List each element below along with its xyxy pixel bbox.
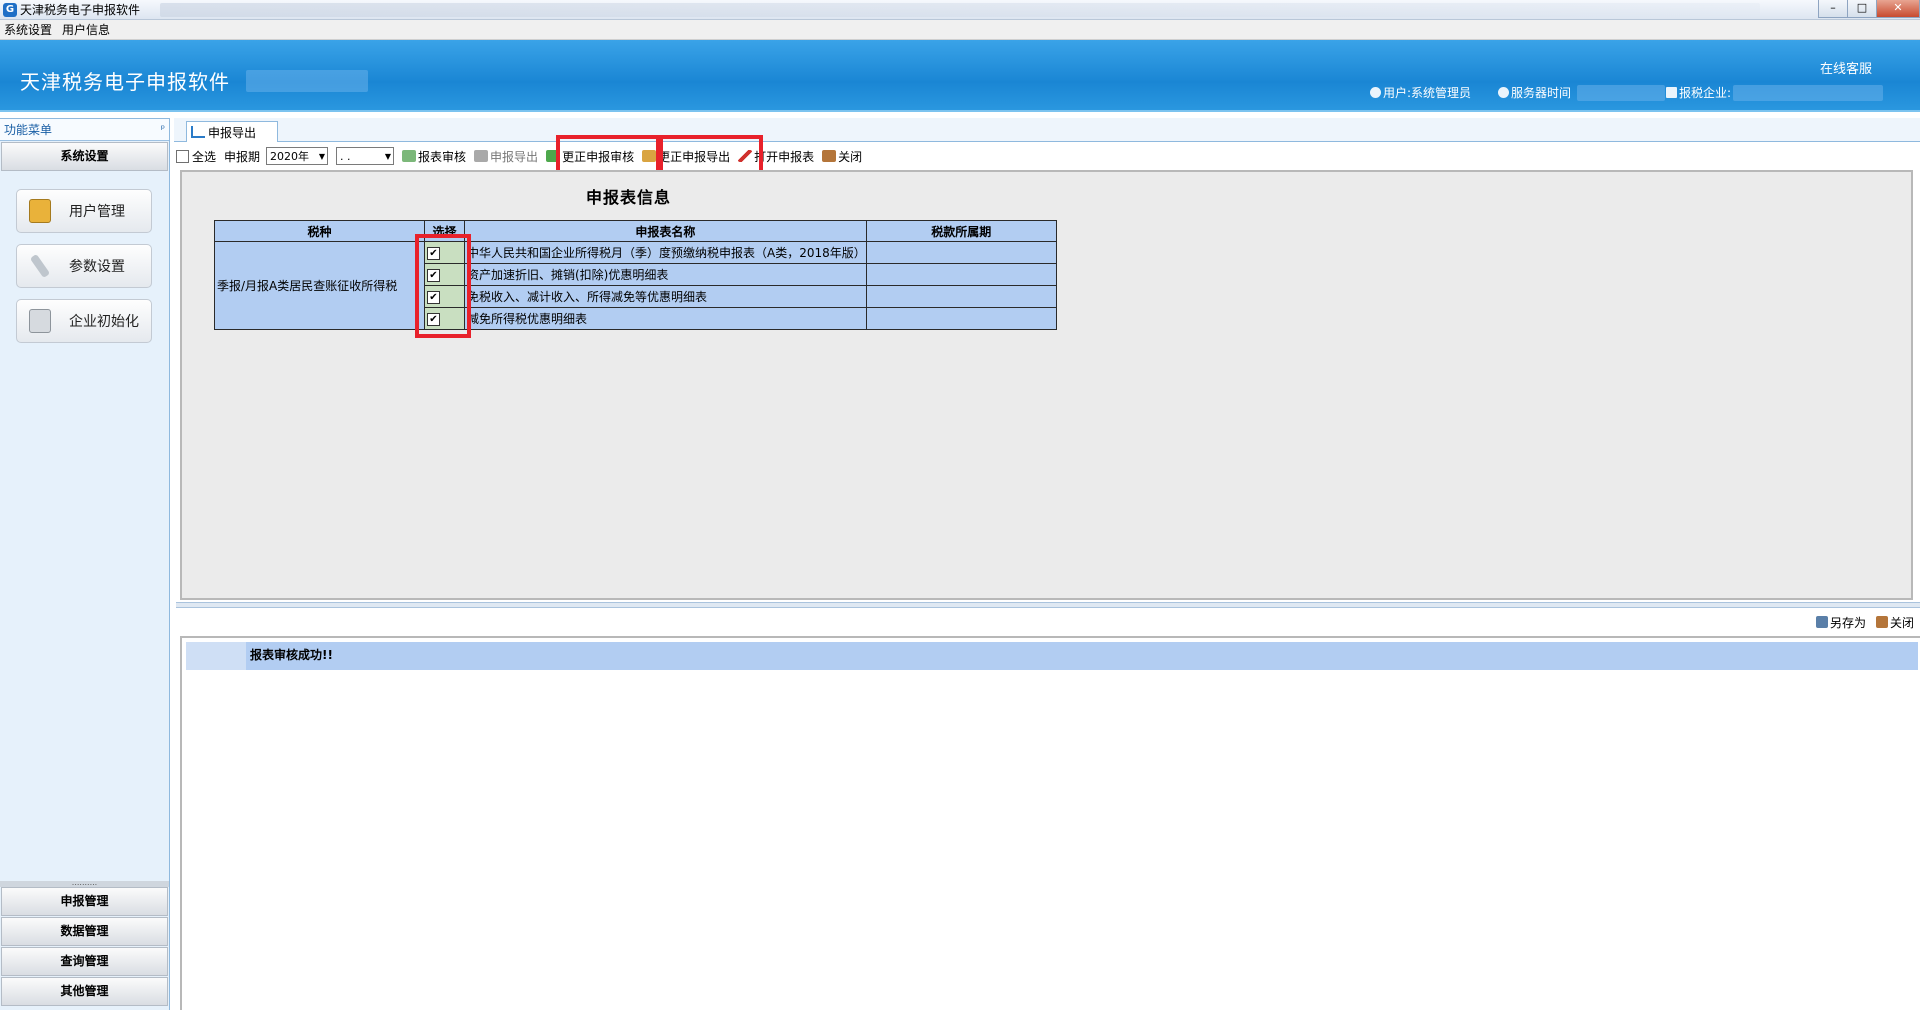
maximize-button[interactable]: □ xyxy=(1847,0,1877,18)
window-title: 天津税务电子申报软件 xyxy=(20,3,141,17)
tax-company: 报税企业: xyxy=(1666,84,1884,101)
server-time: 服务器时间 xyxy=(1498,84,1666,101)
select-all-checkbox[interactable]: 全选 xyxy=(176,148,216,165)
contact-book-icon xyxy=(29,199,51,223)
server-time-label: 服务器时间 xyxy=(1511,86,1572,100)
tax-period-cell xyxy=(865,285,1057,308)
company-init-button[interactable]: 企业初始化 xyxy=(16,299,152,343)
menu-system-settings[interactable]: 系统设置 xyxy=(0,21,58,38)
tax-period-cell xyxy=(865,241,1057,264)
redacted-area xyxy=(1733,84,1884,101)
column-report-name: 申报表名称 xyxy=(464,220,867,242)
clock-icon xyxy=(1498,87,1509,98)
app-header: 天津税务电子申报软件 在线客服 用户:系统管理员 服务器时间 报税企业: xyxy=(0,40,1920,112)
toolbar: 全选 申报期 2020年 ▼ . . ▼ 报表审核 申报导出 更正申报审核 更正申报… xyxy=(176,144,1916,168)
report-info-title: 申报表信息 xyxy=(586,188,672,207)
app-logo-icon: G xyxy=(3,2,17,17)
menu-bar: 系统设置 用户信息 xyxy=(0,20,1920,40)
user-management-button[interactable]: 用户管理 xyxy=(16,189,152,233)
parameter-settings-button[interactable]: 参数设置 xyxy=(16,244,152,288)
log-toolbar: 另存为 关闭 xyxy=(176,610,1920,634)
tax-company-label: 报税企业: xyxy=(1679,86,1732,100)
user-icon xyxy=(1370,87,1381,98)
export-icon xyxy=(474,150,489,162)
wrench-icon xyxy=(29,253,51,279)
window-title-bar: G 天津税务电子申报软件 – □ ✕ xyxy=(0,0,1920,20)
user-info: 用户:系统管理员 xyxy=(1370,84,1471,101)
tab-strip: 申报导出 xyxy=(174,118,1920,142)
blurred-taskbar xyxy=(160,3,1760,17)
report-name-cell: 免税收入、减计收入、所得减免等优惠明细表 xyxy=(464,285,867,308)
period-label: 申报期 xyxy=(224,149,261,164)
report-export-button[interactable]: 申报导出 xyxy=(474,148,538,165)
function-menu-header: 功能菜单 ᵖ xyxy=(0,119,169,141)
redacted-area xyxy=(1577,84,1666,101)
report-name-cell: 中华人民共和国企业所得税月（季）度预缴纳税申报表（A类，2018年版） xyxy=(464,241,867,264)
close-window-button[interactable]: ✕ xyxy=(1876,0,1920,18)
section-other-management[interactable]: 其他管理 xyxy=(1,977,168,1006)
clipboard-icon xyxy=(29,309,51,333)
pin-icon[interactable]: ᵖ xyxy=(161,124,165,135)
report-name-cell: 减免所得税优惠明细表 xyxy=(464,307,867,330)
tab-declaration-export[interactable]: 申报导出 xyxy=(186,121,278,142)
year-select[interactable]: 2020年 ▼ xyxy=(266,147,329,165)
month-select[interactable]: . . ▼ xyxy=(336,147,395,165)
save-as-button[interactable]: 另存为 xyxy=(1815,614,1866,631)
tax-period-cell xyxy=(865,307,1057,330)
log-close-button[interactable]: 关闭 xyxy=(1875,614,1914,631)
floppy-disk-icon xyxy=(1815,616,1828,628)
log-panel: 报表审核成功!! xyxy=(180,636,1920,1010)
tax-period-cell xyxy=(865,263,1057,286)
column-tax-period: 税款所属期 xyxy=(865,220,1057,242)
highlight-box xyxy=(415,234,471,338)
section-declaration-management[interactable]: 申报管理 xyxy=(1,887,168,916)
tax-type-cell: 季报/月报A类居民查账征收所得税 xyxy=(214,241,425,330)
pane-splitter[interactable] xyxy=(176,602,1920,608)
user-label: 用户:系统管理员 xyxy=(1383,86,1472,100)
section-query-management[interactable]: 查询管理 xyxy=(1,947,168,976)
window-controls: – □ ✕ xyxy=(1818,0,1920,18)
dropdown-arrow-icon: ▼ xyxy=(384,151,392,161)
close-button[interactable]: 关闭 xyxy=(822,148,862,165)
log-row: 报表审核成功!! xyxy=(186,642,1918,670)
report-name-cell: 资产加速折旧、摊销(扣除)优惠明细表 xyxy=(464,263,867,286)
section-data-management[interactable]: 数据管理 xyxy=(1,917,168,946)
edit-icon xyxy=(191,126,205,138)
door-icon xyxy=(1875,616,1888,628)
company-icon xyxy=(1666,87,1677,98)
log-message: 报表审核成功!! xyxy=(250,648,333,662)
dropdown-arrow-icon: ▼ xyxy=(318,151,326,161)
function-menu-title: 功能菜单 xyxy=(4,123,53,137)
function-menu: 功能菜单 ᵖ 系统设置 用户管理 参数设置 企业初始化 .......... 申… xyxy=(0,118,170,1010)
checkbox[interactable] xyxy=(176,149,189,163)
menu-user-info[interactable]: 用户信息 xyxy=(58,21,116,38)
online-service-link[interactable]: 在线客服 xyxy=(1820,58,1872,77)
door-icon xyxy=(822,150,837,162)
column-tax-type: 税种 xyxy=(214,220,425,242)
report-table: 税种 选择 申报表名称 税款所属期 季报/月报A类居民查账征收所得税 ✔ 中华人… xyxy=(214,220,1057,330)
redacted-area xyxy=(246,70,368,92)
report-check-button[interactable]: 报表审核 xyxy=(402,148,466,165)
app-name: 天津税务电子申报软件 xyxy=(20,70,230,94)
section-system-settings[interactable]: 系统设置 xyxy=(1,142,168,171)
minimize-button[interactable]: – xyxy=(1818,0,1848,18)
check-icon xyxy=(402,150,417,162)
sidebar-sections: 申报管理 数据管理 查询管理 其他管理 xyxy=(0,887,169,1007)
table-row: 季报/月报A类居民查账征收所得税 ✔ 中华人民共和国企业所得税月（季）度预缴纳税… xyxy=(214,241,1057,330)
